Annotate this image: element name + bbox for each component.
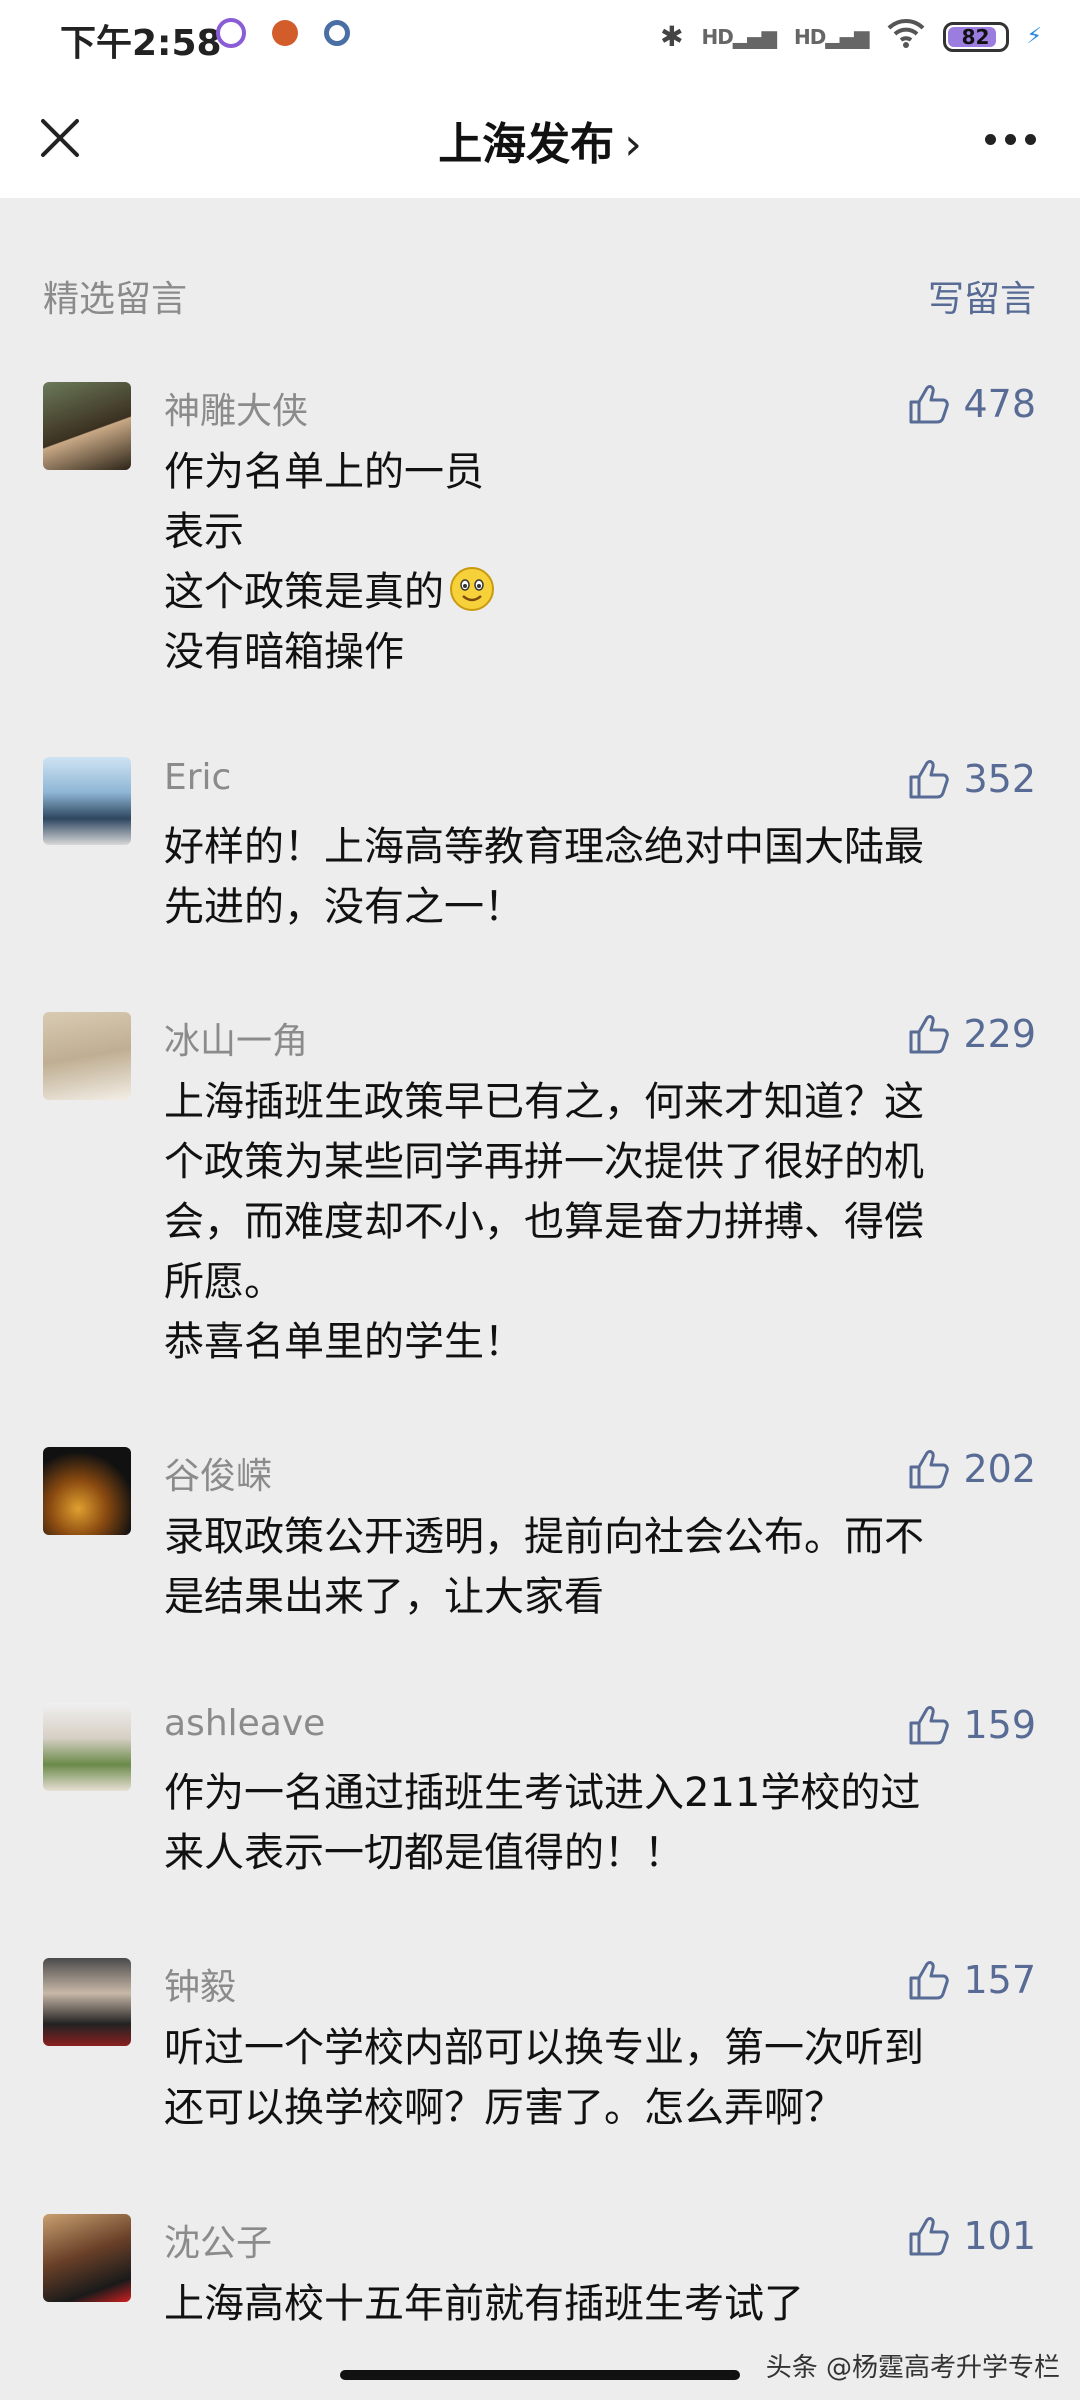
thumbs-up-icon — [905, 1703, 950, 1747]
comment-line: 作为名单上的一员 — [164, 449, 484, 495]
signal-hd-icon: HD▂▄▆ — [794, 24, 869, 49]
comment-line: 恭喜名单里的学生！ — [164, 1319, 524, 1365]
comment-line: 来人表示一切都是值得的！！ — [164, 1830, 684, 1876]
thumbs-up-icon — [905, 1012, 950, 1056]
thumbs-up-icon — [905, 1447, 950, 1491]
comment-line: 表示 — [164, 509, 244, 555]
comment-text: 上海插班生政策早已有之，何来才知道？这 个政策为某些同学再拼一次提供了很好的机 会，… — [164, 1072, 1024, 1372]
comment-text: 录取政策公开透明，提前向社会公布。而不 是结果出来了，让大家看 — [164, 1507, 1024, 1627]
battery-icon: 82 — [942, 21, 1009, 52]
like-count: 229 — [963, 1012, 1036, 1056]
comment-line: 作为一名通过插班生考试进入211学校的过 — [164, 1770, 921, 1816]
like-count: 159 — [963, 1703, 1036, 1747]
like-count: 352 — [963, 757, 1036, 801]
smile-emoji-icon — [450, 567, 494, 611]
comment-text: 作为名单上的一员 表示这个政策是真的没有暗箱操作 — [164, 442, 1024, 682]
title-bar: 上海发布 › — [0, 80, 1080, 198]
comment-text: 上海高校十五年前就有插班生考试了 — [164, 2274, 1024, 2334]
comment-line: 会，而难度却不小，也算是奋力拼搏、得偿 — [164, 1199, 924, 1245]
comment-text: 作为一名通过插班生考试进入211学校的过 来人表示一切都是值得的！！ — [164, 1763, 1024, 1883]
signal-hd-icon: HD▂▄▆ — [701, 24, 777, 49]
like-count: 157 — [963, 1958, 1036, 2002]
avatar[interactable] — [43, 1703, 131, 1791]
comment-line: 好样的！上海高等教育理念绝对中国大陆最 — [164, 824, 924, 870]
like-button[interactable]: 159 — [905, 1703, 1036, 1747]
like-button[interactable]: 352 — [905, 757, 1036, 801]
comment-line: 没有暗箱操作 — [164, 629, 404, 675]
commenter-name: 冰山一角 — [164, 1021, 309, 1062]
page-title: 上海发布 — [438, 119, 615, 170]
like-button[interactable]: 478 — [905, 382, 1036, 426]
comment-line: 录取政策公开透明，提前向社会公布。而不 — [164, 1514, 924, 1560]
like-count: 202 — [963, 1447, 1036, 1491]
write-comment-link[interactable]: 写留言 — [928, 270, 1036, 322]
app-icon — [324, 20, 350, 46]
featured-comments-title: 精选留言 — [43, 279, 188, 320]
thumbs-up-icon — [905, 1958, 950, 2002]
like-count: 478 — [963, 382, 1036, 426]
chevron-right-icon: › — [624, 119, 642, 170]
avatar[interactable] — [43, 1447, 131, 1535]
wifi-icon — [887, 18, 925, 55]
comment-text: 好样的！上海高等教育理念绝对中国大陆最 先进的，没有之一！ — [164, 817, 1024, 937]
avatar[interactable] — [43, 382, 131, 470]
comment-line: 这个政策是真的 — [164, 562, 1024, 622]
alarm-icon — [216, 18, 246, 48]
like-button[interactable]: 157 — [905, 1958, 1036, 2002]
comment-line: 上海插班生政策早已有之，何来才知道？这 — [164, 1079, 924, 1125]
more-options-button[interactable] — [985, 134, 1036, 145]
avatar[interactable] — [43, 2214, 131, 2302]
status-time: 下午2:58 — [60, 23, 222, 64]
watermark: 头条 @杨霆高考升学专栏 — [765, 2353, 1060, 2383]
charging-icon: ⚡ — [1026, 24, 1042, 49]
commenter-name: 神雕大侠 — [164, 391, 309, 432]
comment-line: 所愿。 — [164, 1259, 284, 1305]
avatar[interactable] — [43, 1958, 131, 2046]
bluetooth-icon: ✱ — [660, 20, 684, 53]
like-button[interactable]: 101 — [905, 2214, 1036, 2258]
like-button[interactable]: 229 — [905, 1012, 1036, 1056]
comment-line: 个政策为某些同学再拼一次提供了很好的机 — [164, 1139, 924, 1185]
comment-line: 还可以换学校啊？厉害了。怎么弄啊？ — [164, 2085, 844, 2131]
commenter-name: Eric — [164, 757, 232, 798]
comment-line: 是结果出来了，让大家看 — [164, 1574, 604, 1620]
status-icons-right: ✱ HD▂▄▆ HD▂▄▆ 82 ⚡ — [660, 18, 1042, 55]
comment-text: 听过一个学校内部可以换专业，第一次听到 还可以换学校啊？厉害了。怎么弄啊？ — [164, 2018, 1024, 2138]
status-bar: 下午2:58 ✱ HD▂▄▆ HD▂▄▆ 82 ⚡ — [0, 0, 1080, 80]
comment-line: 先进的，没有之一！ — [164, 884, 524, 930]
thumbs-up-icon — [905, 757, 950, 801]
status-icons-left — [216, 18, 350, 48]
like-count: 101 — [963, 2214, 1036, 2258]
app-icon — [272, 20, 298, 46]
comment-line: 上海高校十五年前就有插班生考试了 — [164, 2281, 804, 2327]
comment-line: 听过一个学校内部可以换专业，第一次听到 — [164, 2025, 924, 2071]
account-title[interactable]: 上海发布 › — [0, 108, 1080, 172]
avatar[interactable] — [43, 1012, 131, 1100]
like-button[interactable]: 202 — [905, 1447, 1036, 1491]
avatar[interactable] — [43, 757, 131, 845]
commenter-name: 沈公子 — [164, 2223, 273, 2264]
thumbs-up-icon — [905, 382, 950, 426]
home-indicator[interactable] — [340, 2370, 740, 2380]
thumbs-up-icon — [905, 2214, 950, 2258]
commenter-name: ashleave — [164, 1703, 326, 1744]
commenter-name: 钟毅 — [164, 1967, 237, 2008]
commenter-name: 谷俊嵘 — [164, 1456, 273, 1497]
